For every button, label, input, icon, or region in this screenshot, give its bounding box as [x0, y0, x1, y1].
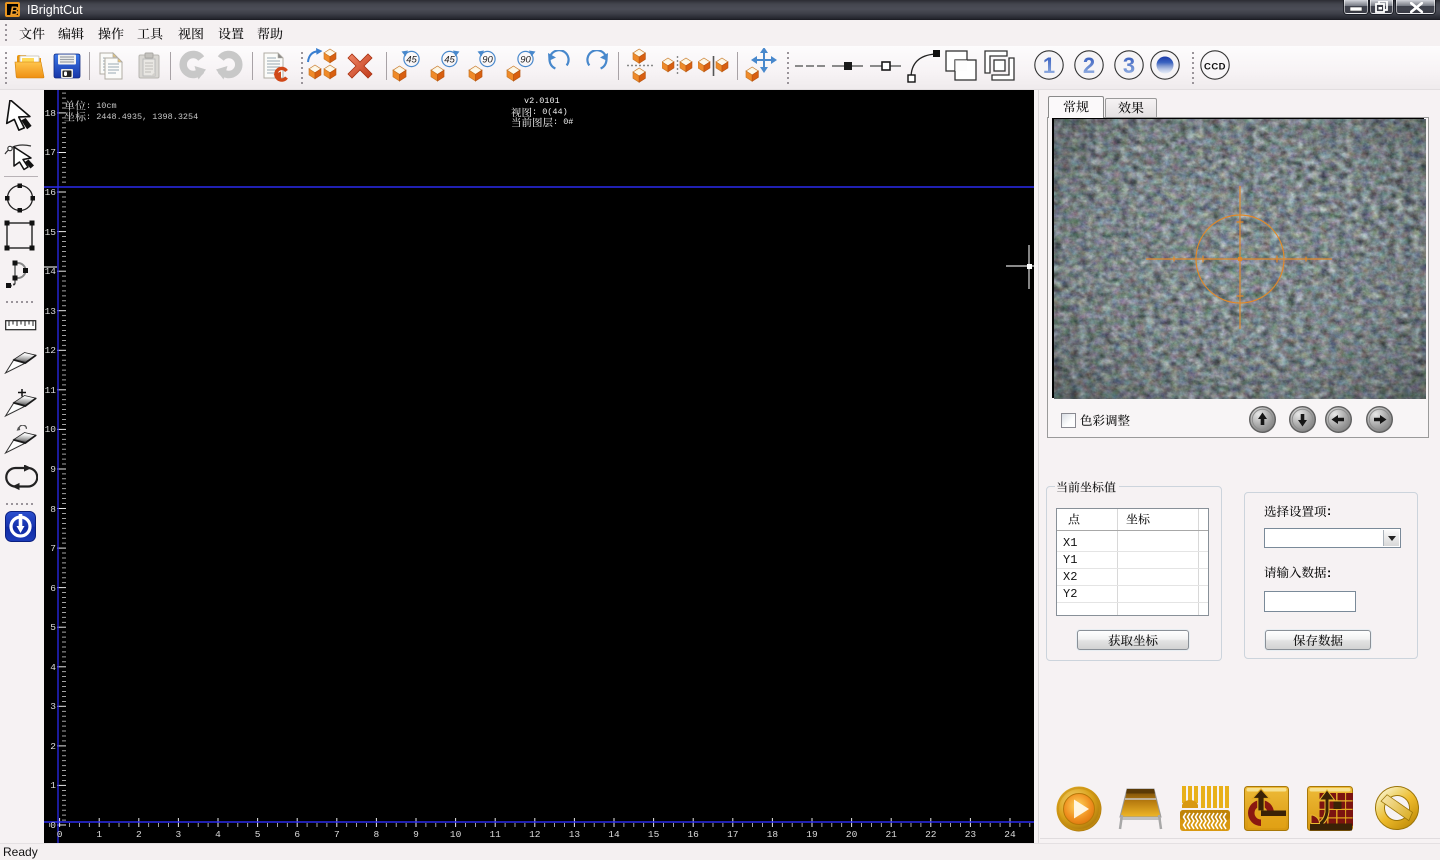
svg-text:CCD: CCD — [1203, 62, 1225, 73]
svg-text:45: 45 — [444, 55, 455, 66]
svg-text:90: 90 — [520, 55, 531, 66]
svg-text:90: 90 — [482, 55, 493, 66]
svg-text:2: 2 — [1083, 53, 1095, 78]
svg-text:1: 1 — [1043, 53, 1055, 78]
svg-text:45: 45 — [406, 55, 417, 66]
svg-text:B: B — [10, 4, 19, 17]
svg-text:3: 3 — [1123, 53, 1135, 78]
